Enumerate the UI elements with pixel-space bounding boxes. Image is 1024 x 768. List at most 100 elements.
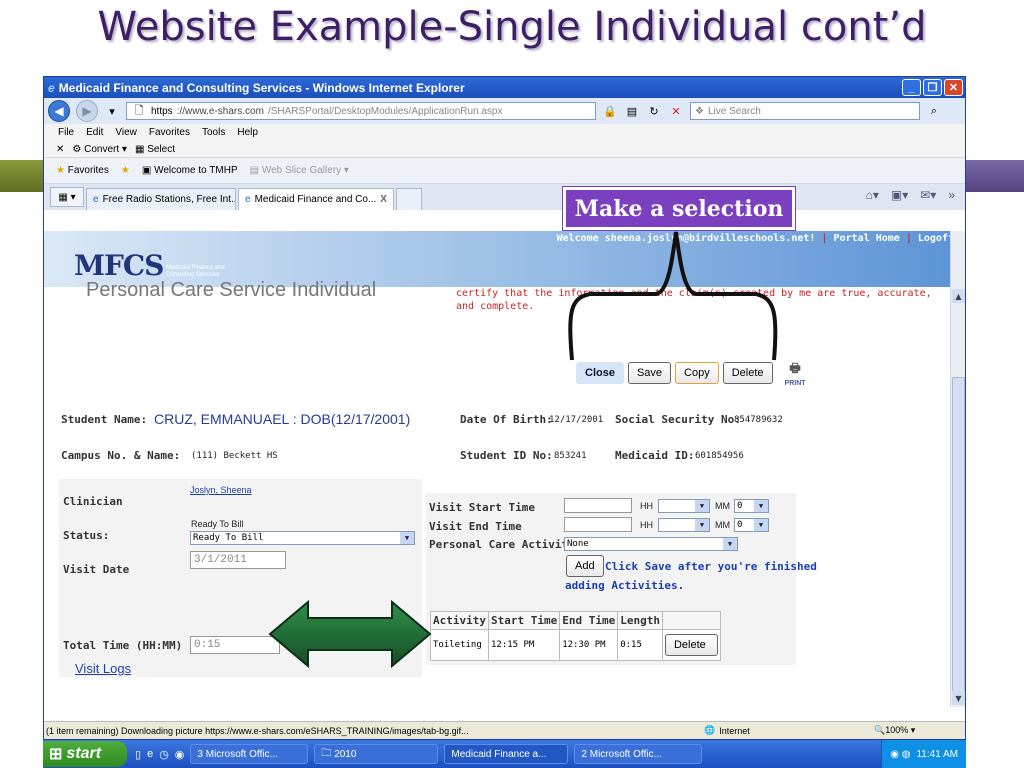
activity-select[interactable]: None ▼ (564, 537, 738, 551)
new-tab-button[interactable] (396, 188, 422, 210)
back-button[interactable]: ◀ (48, 100, 70, 122)
end-mm-select[interactable]: 0 ▼ (734, 518, 769, 532)
task-medicaid-ie[interactable]: Medicaid Finance a... (444, 744, 569, 764)
activity-label: Personal Care Activity (429, 538, 575, 551)
close-button[interactable]: Close (576, 362, 624, 384)
cell-activity: Toileting (430, 629, 489, 661)
end-mm-label: MM (715, 520, 730, 530)
end-hh-label: HH (640, 520, 653, 530)
select-button[interactable]: ▦ Select (135, 144, 175, 155)
add-activity-button[interactable]: Add (566, 555, 604, 577)
fav-link-web-slice[interactable]: ▤ Web Slice Gallery ▾ (250, 165, 349, 176)
vertical-scrollbar[interactable]: ▲ ▼ (950, 231, 965, 707)
convert-icon: ⚙ (72, 143, 82, 155)
folder-icon: 🗀 (321, 747, 332, 759)
fav-link-tmhp[interactable]: ▣ Welcome to TMHP (142, 165, 238, 176)
cell-end: 12:30 PM (559, 629, 619, 661)
task-office-1[interactable]: 3 Microsoft Offic... (190, 744, 309, 764)
search-icon[interactable]: ⌕ (926, 103, 942, 119)
refresh-icon[interactable]: ↻ (646, 103, 662, 119)
quick-tabs-button[interactable]: ▦ ▾ (50, 187, 84, 207)
slide-stripe-left (0, 160, 44, 192)
status-label: Status: (63, 529, 110, 542)
stop-icon[interactable]: ✕ (668, 103, 684, 119)
zoom-level[interactable]: 🔍100% ▾ (874, 725, 915, 736)
scroll-up-icon[interactable]: ▲ (952, 289, 965, 303)
status-text: (1 item remaining) Downloading picture h… (46, 725, 469, 736)
compatibility-icon[interactable]: ▤ (624, 103, 640, 119)
campus-value: (111) Beckett HS (191, 451, 278, 461)
print-button[interactable]: 🖶 PRINT (785, 359, 806, 387)
tab-close-icon[interactable]: X (380, 194, 387, 205)
mfcs-logo-subtitle: Medicaid Finance and Consulting Services (166, 265, 225, 278)
menu-file[interactable]: File (58, 127, 74, 138)
ql-app-icon[interactable]: ◉ (175, 748, 185, 761)
window-title: Medicaid Finance and Consulting Services… (58, 80, 465, 95)
delete-button[interactable]: Delete (722, 362, 773, 384)
visit-date-input[interactable]: 3/1/2011 (190, 551, 286, 569)
live-search-icon: ❖ (695, 105, 704, 117)
menu-help[interactable]: Help (237, 127, 258, 138)
mail-icon[interactable]: ✉▾ (920, 188, 936, 202)
total-time-label: Total Time (HH:MM) (63, 639, 183, 652)
tray-icons[interactable]: ◉ ◍ (890, 749, 910, 760)
total-time-input[interactable]: 0:15 (190, 636, 280, 654)
page-icon: 🗋 (134, 104, 144, 117)
menu-tools[interactable]: Tools (202, 127, 225, 138)
menu-view[interactable]: View (115, 127, 137, 138)
lock-icon[interactable]: 🔒 (602, 103, 618, 119)
tab-medicaid-finance[interactable]: e Medicaid Finance and Co... X (238, 188, 394, 210)
clinician-link[interactable]: Joslyn, Sheena (190, 485, 252, 495)
dob-value: 12/17/2001 (549, 415, 604, 425)
end-hh-select[interactable]: ▼ (658, 518, 710, 532)
ql-outlook-icon[interactable]: ◷ (159, 748, 169, 761)
slide-stripe-right (964, 160, 1024, 192)
start-mm-select[interactable]: 0 ▼ (734, 499, 769, 513)
history-dropdown-icon[interactable]: ▾ (104, 103, 120, 119)
visit-start-input[interactable] (564, 498, 632, 513)
page-content: MFCS Medicaid Finance and Consulting Ser… (44, 231, 952, 707)
student-name-label: Student Name: (61, 413, 148, 426)
status-select[interactable]: Ready To Bill ▼ (190, 531, 415, 545)
restore-button[interactable]: ❐ (923, 79, 942, 96)
close-toolbar-icon[interactable]: ✕ (56, 144, 64, 155)
scroll-down-icon[interactable]: ▼ (952, 691, 965, 705)
home-icon[interactable]: ⌂▾ (866, 188, 879, 202)
save-button[interactable]: Save (627, 362, 672, 384)
cell-length: 0:15 (617, 629, 663, 661)
url-field[interactable]: 🗋 https://www.e-shars.com/SHARSPortal/De… (126, 102, 596, 120)
add-favorite-icon[interactable]: ★ (121, 165, 130, 176)
logoff-link[interactable]: Logoff (918, 233, 952, 244)
tab-radio-stations[interactable]: e Free Radio Stations, Free Int... (86, 188, 236, 210)
start-button[interactable]: ⊞ start (43, 741, 127, 767)
start-hh-select[interactable]: ▼ (658, 499, 710, 513)
search-input[interactable]: ❖ Live Search (690, 102, 920, 120)
favorites-bar: ★ Favorites ★ ▣ Welcome to TMHP ▤ Web Sl… (44, 158, 965, 184)
toolbar-overflow-icon[interactable]: » (948, 188, 955, 202)
minimize-button[interactable]: _ (902, 79, 921, 96)
ql-desktop-icon[interactable]: ▯ (135, 748, 141, 761)
scroll-thumb[interactable] (952, 377, 965, 697)
start-hh-label: HH (640, 501, 653, 511)
row-delete-button[interactable]: Delete (664, 634, 718, 656)
convert-button[interactable]: ⚙ Convert ▾ (72, 144, 127, 155)
visit-end-input[interactable] (564, 517, 632, 532)
task-folder-2010[interactable]: 🗀 2010 (314, 744, 439, 764)
portal-home-link[interactable]: Portal Home (834, 233, 900, 244)
menu-edit[interactable]: Edit (86, 127, 103, 138)
task-office-2[interactable]: 2 Microsoft Offic... (574, 744, 703, 764)
feeds-icon[interactable]: ▣▾ (891, 188, 908, 202)
table-header-row: Activity Start Time End Time Length (430, 611, 721, 630)
forward-button[interactable]: ▶ (76, 100, 98, 122)
menu-favorites[interactable]: Favorites (149, 127, 190, 138)
copy-button[interactable]: Copy (675, 362, 719, 384)
chevron-down-icon: ▼ (754, 519, 768, 531)
visit-date-label: Visit Date (63, 563, 130, 576)
menu-bar: File Edit View Favorites Tools Help (44, 124, 965, 141)
window-titlebar: e Medicaid Finance and Consulting Servic… (44, 77, 965, 98)
favorites-button[interactable]: ★ Favorites (56, 165, 109, 176)
visit-logs-link[interactable]: Visit Logs (75, 661, 131, 676)
ql-ie-icon[interactable]: e (147, 748, 153, 761)
close-window-button[interactable]: ✕ (944, 79, 963, 96)
medicaid-id-label: Medicaid ID: (615, 449, 695, 462)
